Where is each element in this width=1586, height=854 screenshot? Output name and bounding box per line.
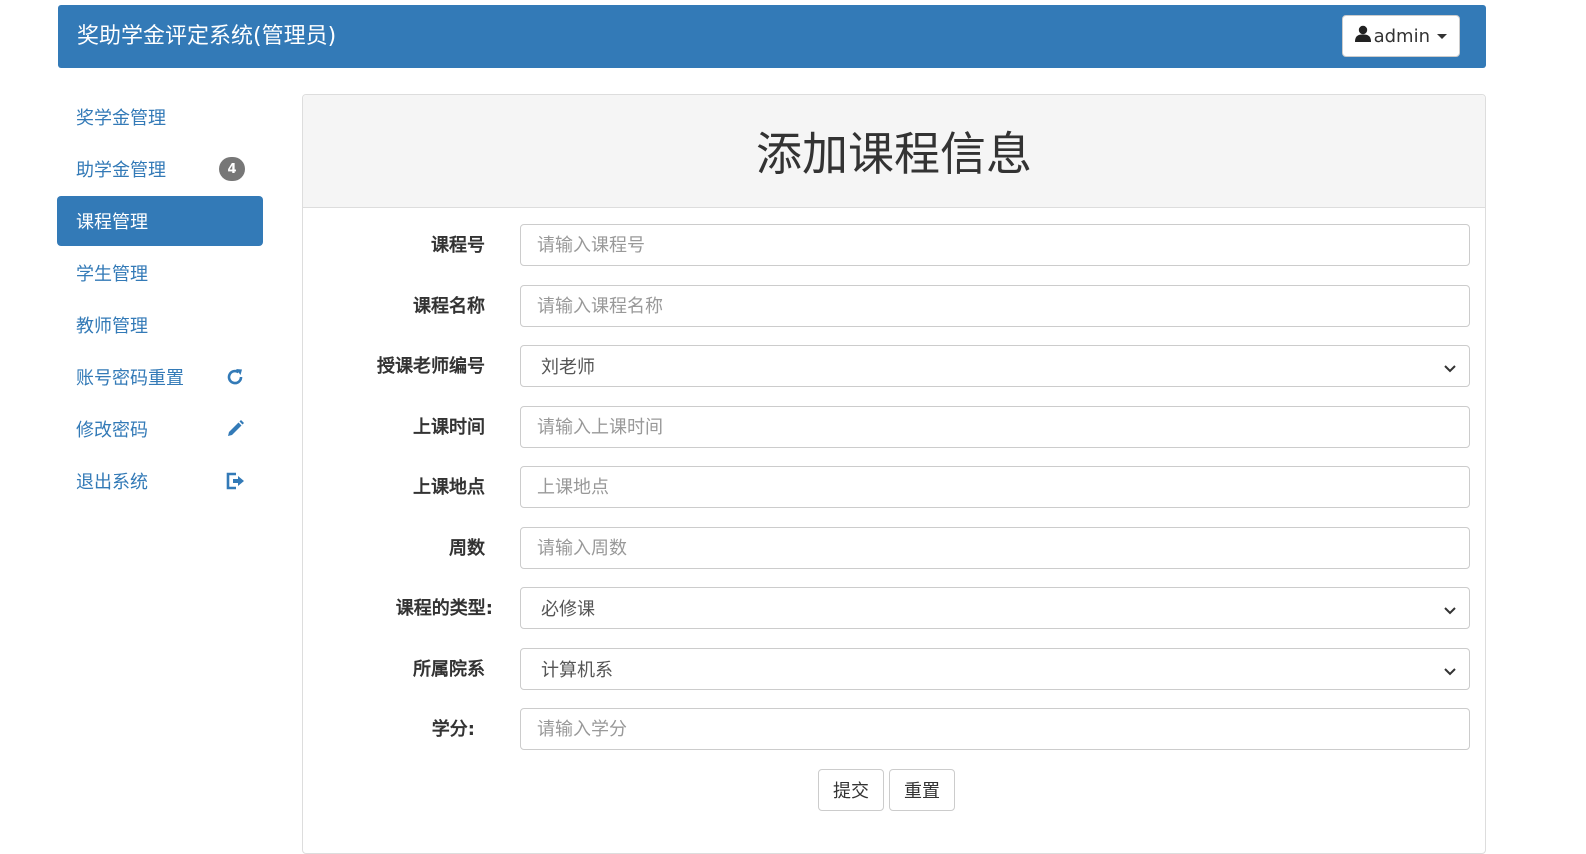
user-menu-button[interactable]: admin <box>1341 15 1460 57</box>
department-label: 所属院系 <box>413 659 485 680</box>
chevron-down-icon <box>1443 601 1457 622</box>
top-navbar: 奖助学金评定系统(管理员) admin <box>58 5 1486 68</box>
course-no-input[interactable] <box>520 224 1470 266</box>
form-row-credit: 学分: <box>303 708 1485 752</box>
sidebar-item-label: 学生管理 <box>76 264 148 285</box>
logout-icon <box>225 471 245 491</box>
department-select[interactable]: 计算机系 <box>520 648 1470 690</box>
sidebar-item-logout[interactable]: 退出系统 <box>57 456 263 506</box>
course-type-label: 课程的类型: <box>395 598 493 619</box>
chevron-down-icon <box>1443 662 1457 683</box>
weeks-input[interactable] <box>520 527 1470 569</box>
course-type-select[interactable]: 必修课 <box>520 587 1470 629</box>
app-title[interactable]: 奖助学金评定系统(管理员) <box>77 5 336 68</box>
course-no-label: 课程号 <box>431 235 485 256</box>
teacher-no-label: 授课老师编号 <box>377 356 485 377</box>
sidebar-item-label: 账号密码重置 <box>76 368 184 389</box>
form-row-teacher: 授课老师编号 刘老师 <box>303 345 1485 389</box>
caret-down-icon <box>1437 33 1447 39</box>
sidebar-item-scholarship[interactable]: 奖学金管理 <box>57 92 263 142</box>
sidebar-item-label: 教师管理 <box>76 316 148 337</box>
department-select-value: 计算机系 <box>541 660 613 681</box>
pencil-icon <box>225 419 245 439</box>
chevron-down-icon <box>1443 359 1457 380</box>
sidebar-item-label: 课程管理 <box>76 212 148 233</box>
teacher-select[interactable]: 刘老师 <box>520 345 1470 387</box>
credit-input[interactable] <box>520 708 1470 750</box>
sidebar-item-grant[interactable]: 助学金管理 4 <box>57 144 263 194</box>
form-row-department: 所属院系 计算机系 <box>303 648 1485 692</box>
form-row-weeks: 周数 <box>303 527 1485 571</box>
reset-button[interactable]: 重置 <box>889 769 955 811</box>
sidebar-item-teacher[interactable]: 教师管理 <box>57 300 263 350</box>
sidebar-item-label: 退出系统 <box>76 472 148 493</box>
credit-label: 学分: <box>431 719 475 740</box>
user-name: admin <box>1373 25 1430 47</box>
refresh-icon <box>225 367 245 387</box>
sidebar-item-change-password[interactable]: 修改密码 <box>57 404 263 454</box>
form-row-course-type: 课程的类型: 必修课 <box>303 587 1485 631</box>
form-actions: 提交 重置 <box>303 769 1485 813</box>
form-row-class-place: 上课地点 <box>303 466 1485 510</box>
course-name-label: 课程名称 <box>413 296 485 317</box>
course-name-input[interactable] <box>520 285 1470 327</box>
sidebar-item-label: 修改密码 <box>76 420 148 441</box>
class-time-label: 上课时间 <box>413 417 485 438</box>
form-row-course-no: 课程号 <box>303 224 1485 268</box>
form-row-course-name: 课程名称 <box>303 285 1485 329</box>
course-type-select-value: 必修课 <box>541 599 595 620</box>
user-icon <box>1354 25 1371 47</box>
teacher-select-value: 刘老师 <box>541 357 595 378</box>
class-place-input[interactable] <box>520 466 1470 508</box>
sidebar-item-course[interactable]: 课程管理 <box>57 196 263 246</box>
sidebar-item-reset-password[interactable]: 账号密码重置 <box>57 352 263 402</box>
sidebar: 奖学金管理 助学金管理 4 课程管理 学生管理 教师管理 账号密码重置 修改密码… <box>57 92 263 508</box>
count-badge: 4 <box>219 157 245 181</box>
class-time-input[interactable] <box>520 406 1470 448</box>
sidebar-item-student[interactable]: 学生管理 <box>57 248 263 298</box>
submit-button[interactable]: 提交 <box>818 769 884 811</box>
weeks-label: 周数 <box>449 538 485 559</box>
class-place-label: 上课地点 <box>413 477 485 498</box>
panel-title: 添加课程信息 <box>303 95 1485 208</box>
sidebar-item-label: 助学金管理 <box>76 160 166 181</box>
add-course-panel: 添加课程信息 课程号 课程名称 授课老师编号 刘老师 上课时间 上课地点 周数 … <box>302 94 1486 854</box>
form-row-class-time: 上课时间 <box>303 406 1485 450</box>
sidebar-item-label: 奖学金管理 <box>76 108 166 129</box>
